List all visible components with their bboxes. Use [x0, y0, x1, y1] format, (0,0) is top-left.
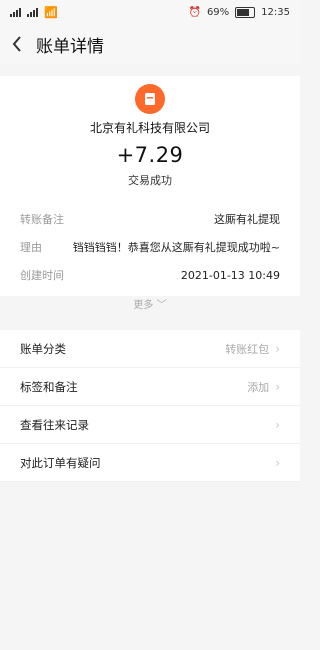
- list-item-right: ›: [269, 418, 280, 432]
- list-item-label: 标签和备注: [20, 379, 78, 394]
- back-button[interactable]: [0, 24, 34, 64]
- clock-time: 12:35: [261, 6, 290, 18]
- cellular-signal-icon: [10, 7, 21, 17]
- detail-value: 铛铛铛铛！恭喜您从这厮有礼提现成功啦~: [72, 241, 280, 254]
- list-item-right: 转账红包 ›: [225, 341, 280, 357]
- chevron-right-icon: ›: [275, 379, 280, 394]
- transaction-amount: +7.29: [116, 143, 184, 167]
- detail-label: 转账备注: [20, 213, 64, 226]
- transaction-status: 交易成功: [128, 174, 172, 187]
- app-header: 账单详情: [0, 24, 300, 64]
- chevron-right-icon: ›: [275, 417, 280, 432]
- detail-value: 2021-01-13 10:49: [180, 268, 280, 282]
- battery-percent: 69%: [206, 6, 230, 18]
- cellular-signal-icon-2: [27, 7, 38, 17]
- chevron-left-icon: [12, 36, 21, 52]
- tags-and-notes-item[interactable]: 标签和备注 添加 ›: [0, 368, 300, 406]
- order-question-item[interactable]: 对此订单有疑问 ›: [0, 444, 300, 482]
- red-envelope-icon: [145, 93, 155, 105]
- actions-list: 账单分类 转账红包 › 标签和备注 添加 › 查看往来记录 › 对此订单有疑问 …: [0, 330, 300, 482]
- page-title: 账单详情: [36, 36, 104, 57]
- battery-icon: [235, 6, 256, 18]
- chevron-right-icon: ›: [275, 341, 280, 356]
- list-item-right: ›: [269, 456, 280, 470]
- more-toggle[interactable]: 更多 ﹀: [0, 296, 300, 311]
- list-item-value: 转账红包: [225, 342, 270, 356]
- transaction-summary-card: 北京有礼科技有限公司 +7.29 交易成功 转账备注 这厮有礼提现 理由 铛铛铛…: [0, 76, 300, 311]
- merchant-logo-icon: [135, 84, 165, 114]
- detail-label: 理由: [20, 241, 42, 254]
- detail-row-reason: 理由 铛铛铛铛！恭喜您从这厮有礼提现成功啦~: [20, 238, 280, 256]
- list-item-label: 对此订单有疑问: [20, 455, 101, 470]
- merchant-name: 北京有礼科技有限公司: [89, 121, 210, 135]
- list-item-label: 账单分类: [20, 341, 66, 356]
- chevron-right-icon: ›: [275, 455, 280, 470]
- wifi-icon: 📶: [44, 5, 58, 19]
- detail-label: 创建时间: [20, 269, 64, 282]
- detail-row-created-time: 创建时间 2021-01-13 10:49: [20, 266, 280, 284]
- list-item-label: 查看往来记录: [20, 417, 89, 432]
- alarm-icon: ⏰: [188, 6, 201, 18]
- view-history-item[interactable]: 查看往来记录 ›: [0, 406, 300, 444]
- status-bar: 📶 ⏰ 69% 12:35: [0, 0, 300, 24]
- status-right: ⏰ 69% 12:35: [188, 6, 290, 18]
- list-item-value: 添加: [247, 380, 270, 394]
- status-left: 📶: [10, 6, 58, 19]
- detail-value: 这厮有礼提现: [214, 213, 280, 226]
- list-item-right: 添加 ›: [247, 379, 280, 395]
- bill-category-item[interactable]: 账单分类 转账红包 ›: [0, 330, 300, 368]
- detail-row-remark: 转账备注 这厮有礼提现: [20, 210, 280, 228]
